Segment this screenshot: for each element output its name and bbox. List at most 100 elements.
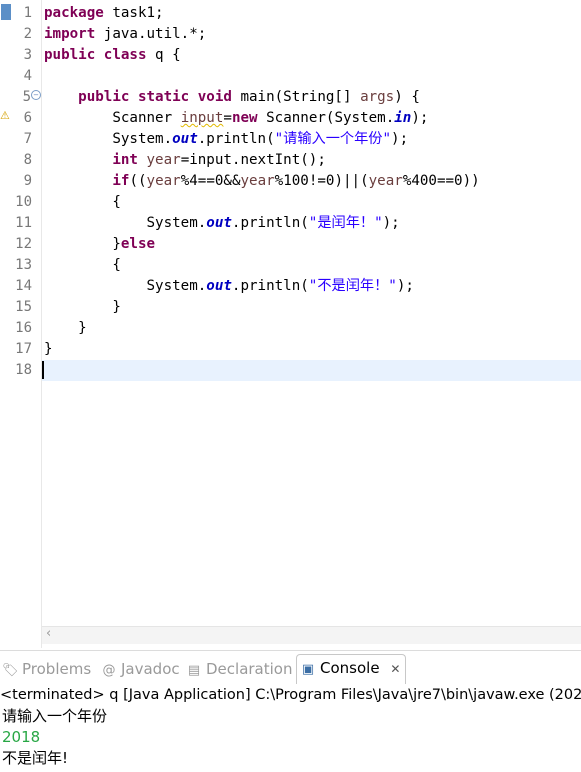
code-text: } (78, 320, 87, 336)
tab-console[interactable]: ▣ Console ✕ (296, 654, 406, 684)
tab-label: Console (320, 659, 380, 677)
line-number: 1 (23, 5, 32, 21)
code-area[interactable]: package task1; import java.util.*; publi… (42, 0, 581, 626)
static-field: out (206, 215, 232, 231)
tab-problems[interactable]: 🏷 Problems (2, 656, 91, 682)
fold-collapse-icon[interactable]: − (31, 90, 41, 100)
parameter: args (360, 89, 395, 105)
line-number: 10 (15, 194, 32, 210)
line-number: 13 (15, 257, 32, 273)
code-line: package task1; (44, 3, 164, 24)
string-literal: "是闰年！" (308, 215, 383, 231)
line-number: 8 (23, 152, 32, 168)
code-line: System.out.println("请输入一个年份"); (44, 129, 408, 150)
line-number: 6 (23, 110, 32, 126)
keyword: int (112, 152, 138, 168)
code-line: } (44, 297, 121, 318)
code-line: Scanner input=new Scanner(System.in); (44, 108, 428, 129)
string-literal: "请输入一个年份" (274, 131, 392, 147)
code-text: .println( (231, 278, 309, 294)
tab-label: Declaration (206, 660, 293, 678)
problems-icon: 🏷 (2, 663, 19, 678)
static-field: out (206, 278, 232, 294)
keyword: public (78, 89, 130, 105)
keyword: package (44, 5, 104, 21)
javadoc-at-icon: @ (102, 663, 116, 678)
scroll-left-arrow-icon[interactable]: ‹ (46, 626, 51, 641)
console-line: 请输入一个年份 (2, 707, 108, 725)
code-text: } (112, 236, 121, 252)
tab-declaration[interactable]: ▤ Declaration (186, 656, 293, 682)
line-number: 17 (15, 341, 32, 357)
code-line: { (44, 192, 121, 213)
keyword: else (120, 236, 156, 252)
code-text: } (44, 341, 53, 357)
tab-label: Javadoc (121, 660, 180, 678)
code-text: .println( (231, 215, 309, 231)
line-number: 18 (15, 362, 32, 378)
code-text: =input.nextInt(); (180, 152, 326, 168)
line-number: 14 (15, 278, 32, 294)
bookmark-marker-icon (1, 4, 11, 20)
variable: year (368, 173, 403, 189)
line-number: 7 (23, 131, 32, 147)
code-text: Scanner (112, 110, 181, 126)
code-line: { (44, 255, 121, 276)
code-text: ); (396, 278, 414, 294)
horizontal-scrollbar[interactable]: ‹ (42, 626, 581, 644)
line-number: 11 (15, 215, 32, 231)
keyword: import (44, 26, 96, 42)
console-line: 不是闰年! (2, 749, 69, 767)
code-text: ); (382, 215, 400, 231)
line-number: 16 (15, 320, 32, 336)
keyword: void (197, 89, 232, 105)
code-text: System. (146, 215, 207, 231)
line-number: 5 (22, 89, 31, 105)
console-output[interactable]: 请输入一个年份 2018 不是闰年! (0, 706, 581, 772)
line-number: 15 (15, 299, 32, 315)
keyword: new (231, 110, 258, 126)
code-line: import java.util.*; (44, 24, 206, 45)
code-line: System.out.println("是闰年！"); (44, 213, 400, 234)
variable: year (146, 152, 181, 168)
code-text: ) { (394, 89, 420, 105)
console-status: <terminated> q [Java Application] C:\Pro… (0, 687, 581, 703)
overview-ruler (0, 0, 13, 648)
line-number: 12 (15, 236, 32, 252)
code-text: } (112, 299, 121, 315)
code-text: q { (146, 47, 181, 63)
string-literal: "不是闰年！" (308, 278, 397, 294)
line-number: 4 (23, 68, 32, 84)
variable-warning[interactable]: input (181, 110, 224, 126)
code-line: public static void main(String[] args) { (44, 87, 420, 108)
console-input-line: 2018 (2, 728, 41, 746)
warning-icon[interactable]: ⚠ (0, 110, 12, 122)
code-text: ); (411, 110, 429, 126)
code-line: int year=input.nextInt(); (44, 150, 326, 171)
line-number: 9 (23, 173, 32, 189)
text-caret (42, 361, 44, 379)
code-line: if((year%4==0&&year%100!=0)||(year%400==… (112, 173, 480, 189)
static-field: out (172, 131, 198, 147)
line-number-gutter: 1 2 3 4 5 − ⚠ 6 7 8 9 10 11 12 13 14 15 … (0, 0, 41, 648)
keyword: public (44, 47, 96, 63)
code-text: = (223, 110, 232, 126)
code-line: } (44, 339, 53, 360)
code-text: .println( (197, 131, 275, 147)
code-text: System. (146, 278, 207, 294)
current-line[interactable] (42, 360, 581, 381)
code-text: { (112, 257, 121, 273)
variable: year (240, 173, 275, 189)
keyword: static (137, 89, 190, 105)
code-text: System. (112, 131, 173, 147)
code-editor[interactable]: 1 2 3 4 5 − ⚠ 6 7 8 9 10 11 12 13 14 15 … (0, 0, 581, 648)
code-text: task1; (103, 5, 164, 21)
line-number: 2 (23, 26, 32, 42)
code-text: java.util.*; (95, 26, 207, 42)
tab-javadoc[interactable]: @ Javadoc (101, 656, 180, 682)
declaration-icon: ▤ (187, 663, 201, 678)
view-tab-bar: 🏷 Problems @ Javadoc ▤ Declaration ▣ Console… (0, 650, 581, 685)
code-line: public class q { (44, 45, 181, 66)
close-icon[interactable]: ✕ (390, 662, 400, 676)
keyword: if (112, 173, 130, 189)
